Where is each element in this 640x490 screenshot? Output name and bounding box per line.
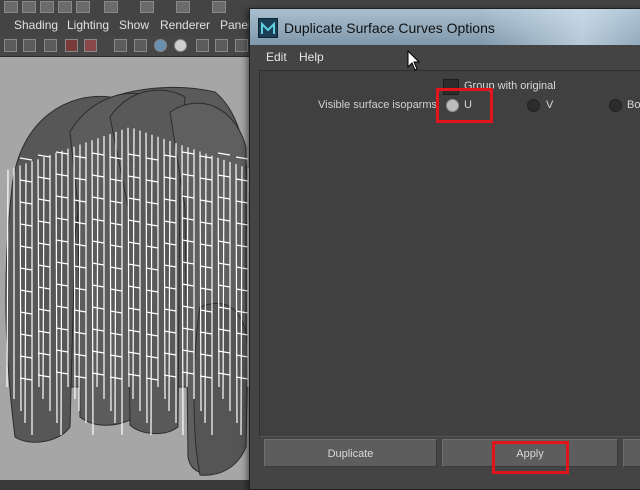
menu-lighting[interactable]: Lighting (67, 18, 109, 32)
dialog-button-bar: Duplicate Apply (259, 439, 640, 475)
menu-renderer[interactable]: Renderer (160, 18, 210, 32)
menu-edit[interactable]: Edit (266, 50, 287, 64)
toolbar-icon[interactable] (58, 1, 72, 13)
toolbar-icon[interactable] (212, 1, 226, 13)
dialog-title: Duplicate Surface Curves Options (284, 20, 495, 36)
hair-model[interactable] (0, 57, 260, 480)
menu-show[interactable]: Show (119, 18, 149, 32)
highlight-box-u (436, 88, 493, 123)
highlight-box-apply (492, 441, 569, 474)
toolbar-icon[interactable] (76, 1, 90, 13)
options-panel: Group with original Visible surface isop… (259, 70, 640, 437)
select-camera-icon[interactable] (4, 39, 17, 52)
camera-attributes-icon[interactable] (23, 39, 36, 52)
duplicate-button[interactable]: Duplicate (264, 439, 437, 467)
isoparm-radio-both-label[interactable]: Both (627, 99, 640, 111)
isoparms-label: Visible surface isoparms: (318, 99, 441, 111)
duplicate-surface-curves-options-dialog: Duplicate Surface Curves Options Edit He… (249, 8, 640, 490)
dialog-titlebar[interactable]: Duplicate Surface Curves Options (250, 9, 640, 45)
toolbar-icon[interactable] (4, 1, 18, 13)
menu-help[interactable]: Help (299, 50, 324, 64)
dialog-menubar: Edit Help (258, 46, 640, 68)
toolbar-icon[interactable] (104, 1, 118, 13)
menu-shading[interactable]: Shading (14, 18, 58, 32)
default-material-icon[interactable] (174, 39, 187, 52)
mouse-cursor-icon (407, 50, 421, 71)
isoparm-radio-both[interactable] (609, 99, 622, 112)
xray-icon[interactable] (196, 39, 209, 52)
grid-icon[interactable] (134, 39, 147, 52)
image-plane-icon[interactable] (65, 39, 78, 52)
isoparm-radio-v-label[interactable]: V (546, 99, 553, 111)
toolbar-icon[interactable] (176, 1, 190, 13)
bookmark-icon[interactable] (44, 39, 57, 52)
toolbar-icon[interactable] (40, 1, 54, 13)
toolbar-icon[interactable] (22, 1, 36, 13)
wireframe-icon[interactable] (114, 39, 127, 52)
isoparm-radio-v[interactable] (527, 99, 540, 112)
two-d-pan-icon[interactable] (84, 39, 97, 52)
close-button[interactable] (623, 439, 640, 467)
lights-icon[interactable] (215, 39, 228, 52)
smooth-shade-icon[interactable] (154, 39, 167, 52)
shadows-icon[interactable] (235, 39, 248, 52)
maya-app-icon (258, 18, 278, 38)
toolbar-icon[interactable] (140, 1, 154, 13)
